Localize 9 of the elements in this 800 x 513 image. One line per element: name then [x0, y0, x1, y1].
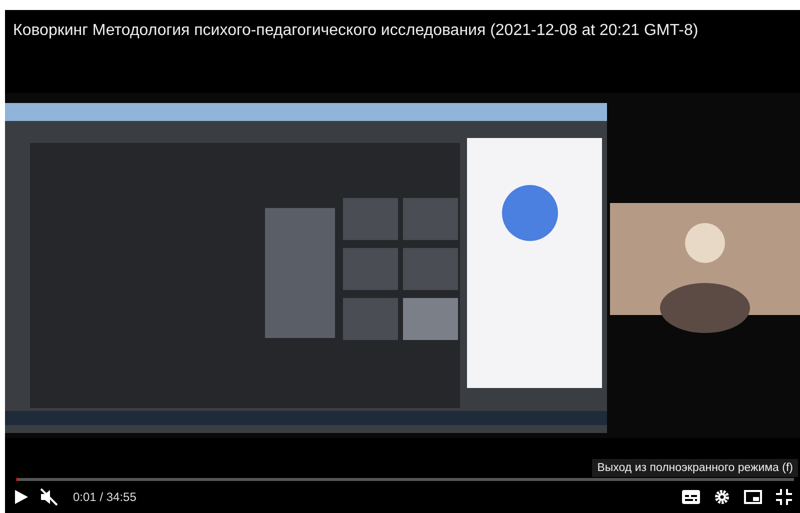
time-display: 0:01 / 34:55: [73, 490, 136, 504]
exit-fullscreen-button[interactable]: [776, 489, 792, 505]
settings-icon[interactable]: [714, 489, 730, 505]
subtitles-button[interactable]: [682, 490, 700, 504]
miniplayer-button[interactable]: [744, 490, 762, 504]
tooltip: Выход из полноэкранного режима (f): [592, 459, 798, 477]
play-button[interactable]: [13, 489, 29, 505]
video-title: Коворкинг Методология психого-педагогического исследования (2021-12-08 at 20:21 GMT-8): [12, 21, 700, 41]
muted-speaker-button[interactable]: [39, 488, 59, 506]
